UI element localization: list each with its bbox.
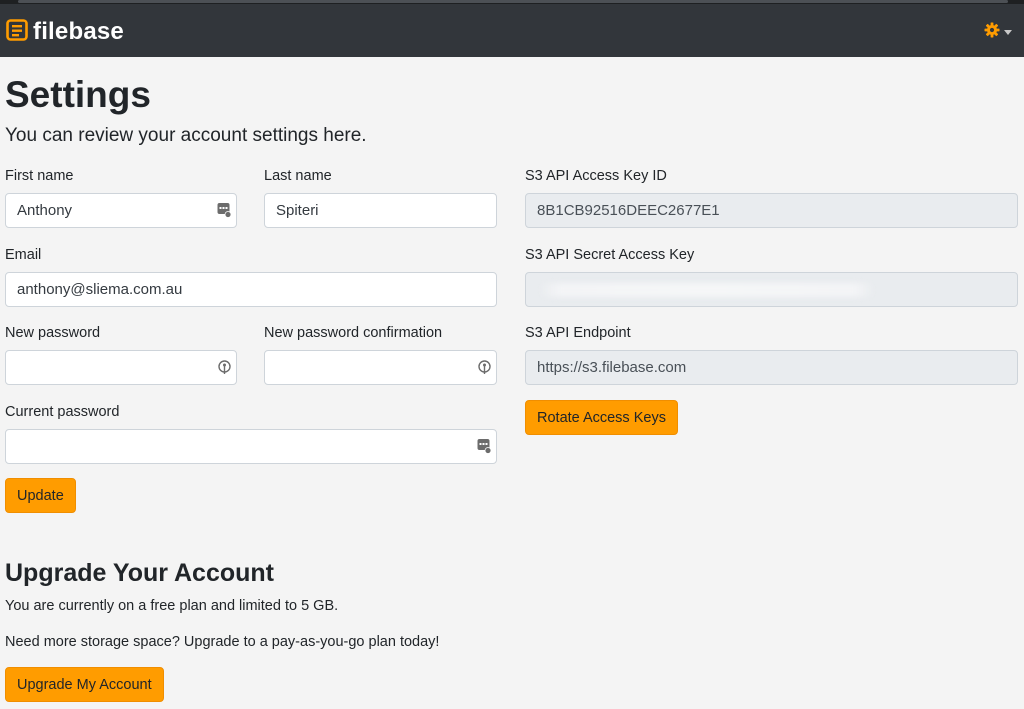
settings-menu-toggle[interactable] (984, 22, 1012, 43)
key-icon[interactable] (218, 360, 231, 380)
endpoint-label: S3 API Endpoint (525, 325, 631, 341)
access-key-label: S3 API Access Key ID (525, 168, 667, 184)
last-name-label: Last name (264, 168, 332, 184)
page-title: Settings (5, 74, 151, 115)
secret-key-field-wrap (525, 272, 1018, 307)
plan-text: You are currently on a free plan and lim… (5, 598, 339, 614)
new-password-confirmation-label: New password confirmation (264, 325, 443, 341)
caret-down-icon (1004, 30, 1012, 35)
email-input[interactable] (5, 272, 497, 307)
current-password-input[interactable] (5, 429, 497, 464)
page-subtitle: You can review your account settings her… (5, 125, 367, 146)
current-password-label: Current password (5, 404, 120, 420)
upgrade-cta-text: Need more storage space? Upgrade to a pa… (5, 634, 440, 650)
redacted-secret (539, 283, 875, 297)
secret-key-label: S3 API Secret Access Key (525, 247, 695, 263)
brand-name: filebase (33, 18, 124, 45)
key-icon[interactable] (478, 360, 491, 380)
first-name-label: First name (5, 168, 74, 184)
brand[interactable]: filebase (6, 18, 124, 46)
current-password-field-wrap (5, 429, 497, 464)
rotate-access-keys-button[interactable]: Rotate Access Keys (525, 400, 678, 435)
new-password-confirmation-input[interactable] (264, 350, 497, 385)
access-key-input[interactable] (525, 193, 1018, 228)
upgrade-title: Upgrade Your Account (5, 559, 275, 587)
top-navbar: filebase (0, 4, 1024, 57)
first-name-input[interactable] (5, 193, 237, 228)
endpoint-input[interactable] (525, 350, 1018, 385)
gear-icon (984, 22, 1000, 43)
upgrade-account-button[interactable]: Upgrade My Account (5, 667, 164, 702)
new-password-confirmation-field-wrap (264, 350, 497, 385)
top-scrollbar[interactable] (18, 0, 1008, 3)
new-password-label: New password (5, 325, 101, 341)
filebase-logo-icon (6, 18, 28, 46)
new-password-input[interactable] (5, 350, 237, 385)
update-button[interactable]: Update (5, 478, 76, 513)
first-name-field-wrap (5, 193, 237, 228)
email-label: Email (5, 247, 42, 263)
password-manager-icon[interactable] (477, 438, 492, 459)
password-manager-icon[interactable] (217, 202, 232, 223)
last-name-input[interactable] (264, 193, 497, 228)
new-password-field-wrap (5, 350, 237, 385)
